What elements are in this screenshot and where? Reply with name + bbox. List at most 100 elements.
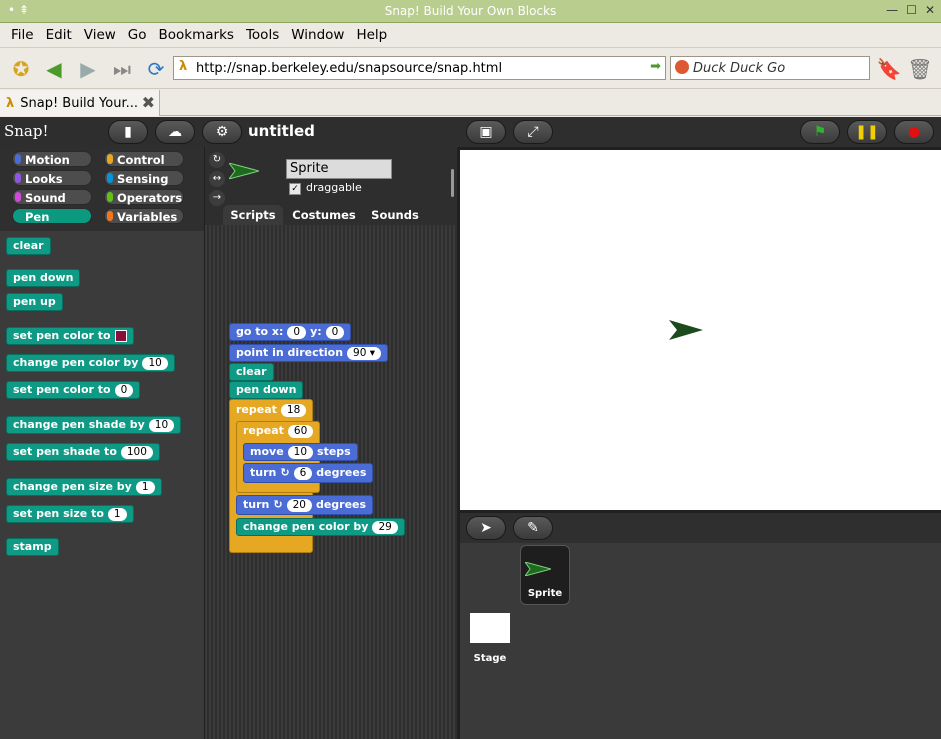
flip-style-icon[interactable]: ↔ bbox=[209, 171, 225, 187]
category-looks[interactable]: Looks bbox=[12, 170, 92, 186]
palette-block-clear[interactable]: clear bbox=[6, 237, 51, 255]
sprite-name-field[interactable]: Sprite bbox=[286, 159, 392, 179]
draggable-label: draggable bbox=[306, 181, 362, 194]
number-slot[interactable]: 10 bbox=[142, 356, 168, 370]
script-block-point-direction[interactable]: point in direction 90 ▾ bbox=[229, 344, 389, 362]
number-slot[interactable]: 100 bbox=[120, 445, 153, 459]
script-canvas[interactable]: go to x: 0 y: 0 point in direction 90 ▾ clea… bbox=[205, 225, 457, 739]
cloud-button[interactable]: ☁ bbox=[155, 120, 195, 144]
menu-tools[interactable]: Tools bbox=[240, 27, 285, 43]
block-label: change pen shade by bbox=[13, 418, 145, 431]
stage-size-button[interactable]: ▣ bbox=[466, 120, 506, 144]
number-slot[interactable]: 10 bbox=[148, 418, 175, 432]
palette-block-stamp[interactable]: stamp bbox=[6, 538, 59, 556]
palette-block-set-pen-color[interactable]: set pen color to bbox=[6, 327, 134, 345]
palette-block-change-pen-shade[interactable]: change pen shade by 10 bbox=[6, 416, 182, 434]
category-control[interactable]: Control bbox=[104, 151, 184, 167]
palette-block-change-pen-size[interactable]: change pen size by 1 bbox=[6, 478, 162, 496]
draggable-checkbox[interactable]: ✓ bbox=[289, 183, 301, 195]
script-block-turn-1[interactable]: turn ↻ 6 degrees bbox=[243, 463, 374, 483]
presentation-button[interactable]: ⤢ bbox=[513, 120, 553, 144]
number-slot[interactable]: 60 bbox=[287, 424, 314, 438]
green-flag-button[interactable]: ⚑ bbox=[800, 120, 840, 144]
menu-go[interactable]: Go bbox=[122, 27, 153, 43]
number-slot[interactable]: 6 bbox=[293, 466, 313, 480]
no-rotate-icon[interactable]: → bbox=[209, 190, 225, 206]
palette-block-pen-down[interactable]: pen down bbox=[6, 269, 81, 287]
block-label: set pen color to bbox=[13, 383, 111, 396]
script-block-pen-down[interactable]: pen down bbox=[229, 381, 304, 399]
script-block-clear[interactable]: clear bbox=[229, 363, 274, 381]
minimize-icon[interactable]: — bbox=[886, 3, 898, 17]
number-slot[interactable]: 10 bbox=[287, 445, 314, 459]
forward-icon[interactable]: ▶ bbox=[75, 56, 101, 82]
block-label: degrees bbox=[316, 466, 367, 479]
script-block-change-pen-color[interactable]: change pen color by 29 bbox=[236, 518, 405, 536]
search-placeholder[interactable]: Duck Duck Go bbox=[693, 61, 785, 76]
number-slot[interactable]: 1 bbox=[107, 507, 127, 521]
category-sound[interactable]: Sound bbox=[12, 189, 92, 205]
url-text[interactable]: http://snap.berkeley.edu/snapsource/snap… bbox=[196, 61, 502, 76]
tab-close-icon[interactable]: ✖ bbox=[142, 93, 155, 112]
stage[interactable] bbox=[460, 150, 941, 510]
close-icon[interactable]: ✕ bbox=[925, 3, 935, 17]
go-icon[interactable]: ➡ bbox=[650, 59, 661, 74]
search-bar[interactable]: Duck Duck Go bbox=[670, 56, 870, 80]
palette-block-set-pen-size[interactable]: set pen size to 1 bbox=[6, 505, 134, 523]
rotate-style-icon[interactable]: ↻ bbox=[209, 152, 225, 168]
palette-block-set-pen-shade[interactable]: set pen shade to 100 bbox=[6, 443, 160, 461]
category-motion[interactable]: Motion bbox=[12, 151, 92, 167]
snap-logo[interactable]: Snap! bbox=[4, 122, 49, 140]
tab-sounds[interactable]: Sounds bbox=[365, 205, 425, 225]
trash-icon[interactable]: 🗑 bbox=[907, 56, 933, 82]
category-sensing[interactable]: Sensing bbox=[104, 170, 184, 186]
sprite-icon-tile[interactable]: Sprite bbox=[520, 545, 570, 605]
back-icon[interactable]: ◀ bbox=[41, 56, 67, 82]
tab-costumes[interactable]: Costumes bbox=[289, 205, 359, 225]
new-turtle-sprite-button[interactable]: ➤ bbox=[466, 516, 506, 540]
number-slot[interactable]: 0 bbox=[287, 325, 307, 339]
menu-edit[interactable]: Edit bbox=[40, 27, 78, 43]
number-slot[interactable]: 0 bbox=[114, 383, 134, 397]
script-block-move[interactable]: move 10 steps bbox=[243, 443, 358, 461]
number-slot[interactable]: 20 bbox=[286, 498, 312, 512]
category-variables[interactable]: Variables bbox=[104, 208, 184, 224]
script-block-turn-2[interactable]: turn ↻ 20 degrees bbox=[236, 495, 374, 515]
palette-block-pen-up[interactable]: pen up bbox=[6, 293, 63, 311]
bookmark-icon[interactable]: 🔖 bbox=[876, 56, 902, 82]
pause-button[interactable]: ❚❚ bbox=[847, 120, 887, 144]
block-label: set pen color to bbox=[13, 329, 111, 342]
number-slot[interactable]: 29 bbox=[372, 520, 398, 534]
home-icon[interactable]: ✪ bbox=[8, 56, 34, 82]
maximize-icon[interactable]: ☐ bbox=[906, 3, 917, 17]
script-block-goto[interactable]: go to x: 0 y: 0 bbox=[229, 323, 352, 341]
url-bar[interactable]: λ http://snap.berkeley.edu/snapsource/sn… bbox=[173, 56, 666, 80]
paint-new-sprite-button[interactable]: ✎ bbox=[513, 516, 553, 540]
file-menu-button[interactable]: ▮ bbox=[108, 120, 148, 144]
reload-icon[interactable]: ⟳ bbox=[143, 56, 169, 82]
menu-bookmarks[interactable]: Bookmarks bbox=[153, 27, 240, 43]
number-slot[interactable]: 1 bbox=[135, 480, 155, 494]
category-operators[interactable]: Operators bbox=[104, 189, 184, 205]
menu-view[interactable]: View bbox=[78, 27, 122, 43]
tab-scripts[interactable]: Scripts bbox=[223, 205, 283, 225]
palette-block-change-pen-color[interactable]: change pen color by 10 bbox=[6, 354, 175, 372]
block-label: pen down bbox=[13, 271, 74, 284]
stop-button[interactable]: ● bbox=[894, 120, 934, 144]
tab-snap[interactable]: λ Snap! Build Your... ✖ bbox=[0, 90, 160, 116]
sprite-arrow-icon[interactable] bbox=[669, 320, 703, 340]
palette-block-set-pen-color-number[interactable]: set pen color to 0 bbox=[6, 381, 141, 399]
stop-icon[interactable]: ⏭ bbox=[109, 56, 135, 82]
menu-window[interactable]: Window bbox=[285, 27, 350, 43]
number-slot[interactable]: 0 bbox=[325, 325, 345, 339]
scrollbar[interactable] bbox=[451, 169, 454, 197]
direction-dropdown[interactable]: 90 ▾ bbox=[347, 346, 382, 360]
menu-file[interactable]: File bbox=[5, 27, 40, 43]
sprite-corral: ➤ ✎ Sprite Stage bbox=[460, 513, 941, 739]
menu-help[interactable]: Help bbox=[350, 27, 393, 43]
category-pen[interactable]: Pen bbox=[12, 208, 92, 224]
settings-button[interactable]: ⚙ bbox=[202, 120, 242, 144]
number-slot[interactable]: 18 bbox=[280, 403, 307, 417]
stage-thumbnail[interactable] bbox=[470, 613, 510, 643]
color-swatch[interactable] bbox=[114, 330, 127, 342]
